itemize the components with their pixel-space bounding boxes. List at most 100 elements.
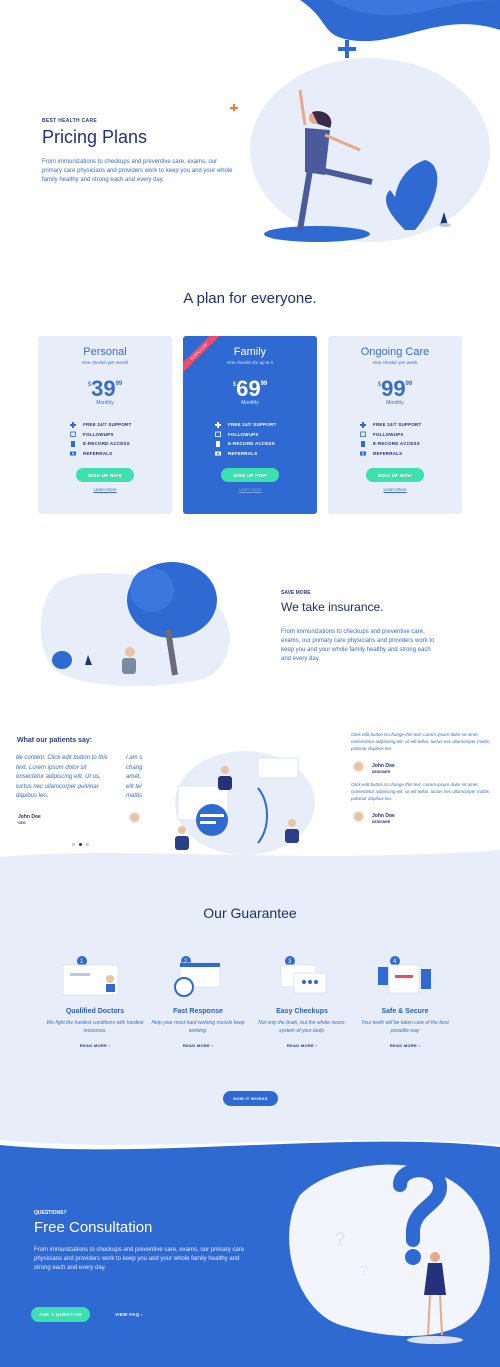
- document-icon: [216, 440, 220, 447]
- read-more-link[interactable]: READ MORE ›: [45, 1043, 145, 1048]
- svg-text:?: ?: [335, 1229, 345, 1249]
- read-more-link[interactable]: READ MORE ›: [252, 1043, 352, 1048]
- guarantee-item-desc: Not only the brain, but the whole neuro-…: [258, 1020, 346, 1034]
- ask-question-button[interactable]: ASK A QUESTION: [31, 1307, 90, 1322]
- plan-period: Monthly: [386, 400, 404, 406]
- plan-name: Personal: [83, 346, 127, 358]
- response-icon: 2: [174, 956, 221, 997]
- feature-item: FREE 24/7 SUPPORT: [70, 420, 172, 430]
- hero-description: From immunizations to checkups and preve…: [42, 159, 233, 183]
- avatar: [352, 760, 365, 773]
- how-it-works-button[interactable]: HOW IT WORKS: [223, 1091, 278, 1106]
- guarantee-item-doctors: Qualified Doctors We fight the hardest c…: [45, 1008, 145, 1048]
- camera-icon: [215, 451, 221, 456]
- sign-up-button[interactable]: SIGN UP NOW: [221, 468, 279, 482]
- hero-decoration: [230, 0, 500, 242]
- insurance-title: We take insurance.: [281, 600, 384, 614]
- plan-features: FREE 24/7 SUPPORT FOLLOWUPS E-RECORD ACC…: [360, 420, 462, 458]
- plus-icon: [70, 421, 76, 428]
- calendar-icon: [360, 431, 366, 438]
- price-cents: 99: [115, 381, 123, 387]
- guarantee-item-checkups: Easy Checkups Not only the brain, but th…: [252, 1008, 352, 1048]
- guarantee-item-title: Safe & Secure: [381, 1008, 429, 1015]
- side-testimonial-role: DESIGNER: [372, 770, 391, 774]
- testimonial-quote: de content. Click edit button to this te…: [16, 755, 108, 799]
- consultation-eyebrow: QUESTIONS?: [34, 1210, 67, 1216]
- view-faq-link[interactable]: VIEW FAQ ›: [115, 1312, 143, 1317]
- side-testimonial-quote: Click edit button to change this text. L…: [351, 732, 491, 751]
- plan-period: Monthly: [96, 400, 114, 406]
- guarantee-item-desc: We fight the hardest conditions with har…: [46, 1020, 144, 1034]
- plans-heading: A plan for everyone.: [183, 290, 317, 307]
- svg-text:?: ?: [360, 1262, 368, 1278]
- guarantee-background: [0, 850, 500, 1145]
- guarantee-item-desc: Help your most hard working muscle keep …: [151, 1020, 245, 1034]
- hero-eyebrow: BEST HEALTH CARE: [42, 118, 97, 124]
- testimonial-quote-next: I am s chang amet, elit tel mattis: [126, 755, 143, 799]
- guarantee-item-title: Easy Checkups: [276, 1008, 328, 1015]
- calendar-icon: [70, 431, 76, 438]
- camera-icon: [70, 451, 76, 456]
- plus-icon: [360, 421, 366, 428]
- guarantee-item-desc: Your teeth will be taken care of the bes…: [361, 1020, 449, 1034]
- learn-more-link[interactable]: Learn More: [328, 487, 462, 492]
- plan-subtitle: One checkin per month: [81, 360, 129, 365]
- insurance-description: From immunizations to checkups and preve…: [281, 629, 435, 662]
- plan-card-family: POPULAR Family One checkin for up to 5 $…: [183, 336, 317, 514]
- plan-period: Monthly: [241, 400, 259, 406]
- testimonial-role: CEO: [18, 821, 26, 825]
- feature-item: E-RECORD ACCESS: [360, 439, 462, 449]
- feature-item: FREE 24/7 SUPPORT: [360, 420, 462, 430]
- feature-item: FREE 24/7 SUPPORT: [215, 420, 317, 430]
- price-cents: 99: [405, 381, 413, 387]
- guarantee-item-title: Fast Response: [173, 1008, 223, 1015]
- feature-item: E-RECORD ACCESS: [70, 439, 172, 449]
- testimonials-title: What our patients say:: [17, 737, 93, 744]
- secure-icon: 4: [378, 956, 431, 994]
- sign-up-button[interactable]: SIGN UP NOW: [76, 468, 134, 482]
- price-amount: 99: [381, 376, 406, 401]
- testimonials-illustration: [175, 751, 315, 855]
- plan-name: Ongoing Care: [360, 346, 430, 358]
- plan-subtitle: One checkin per week: [372, 360, 418, 365]
- plan-price: $ 69 99: [183, 376, 317, 401]
- price-amount: 39: [91, 376, 116, 401]
- avatar: [352, 810, 365, 823]
- guarantee-item-secure: Safe & Secure Your teeth will be taken c…: [355, 1008, 455, 1048]
- plan-card-personal: Personal One checkin per month $ 39 99 M…: [38, 336, 172, 514]
- learn-more-link[interactable]: Learn More: [183, 487, 317, 492]
- checkups-icon: 3: [280, 956, 327, 994]
- plan-subtitle: One checkin for up to 5: [226, 360, 274, 365]
- feature-item: REFERRALS: [215, 449, 317, 459]
- plan-card-ongoing-care: Ongoing Care One checkin per week $ 99 9…: [328, 336, 462, 514]
- plan-features: FREE 24/7 SUPPORT FOLLOWUPS E-RECORD ACC…: [215, 420, 317, 458]
- calendar-icon: [215, 431, 221, 438]
- feature-item: REFERRALS: [70, 449, 172, 459]
- consultation-title: Free Consultation: [34, 1219, 153, 1236]
- page-title: Pricing Plans: [42, 127, 148, 147]
- read-more-link[interactable]: READ MORE ›: [148, 1043, 248, 1048]
- side-testimonial-quote: Click edit button to change this text. L…: [351, 782, 491, 801]
- side-testimonial-author: John Doe: [372, 813, 395, 819]
- feature-item: FOLLOWUPS: [70, 430, 172, 440]
- insurance-illustration: [40, 562, 230, 686]
- insurance-eyebrow: SAVE MORE: [281, 590, 311, 596]
- plan-features: FREE 24/7 SUPPORT FOLLOWUPS E-RECORD ACC…: [70, 420, 172, 458]
- plan-price: $ 39 99: [38, 376, 172, 401]
- feature-item: FOLLOWUPS: [215, 430, 317, 440]
- avatar: [128, 811, 141, 824]
- side-testimonial-role: DESIGNER: [372, 820, 391, 824]
- price-amount: 69: [236, 376, 261, 401]
- consultation-description: From immunizations to checkups and preve…: [34, 1247, 245, 1271]
- guarantee-title: Our Guarantee: [203, 905, 297, 921]
- feature-item: FOLLOWUPS: [360, 430, 462, 440]
- camera-icon: [360, 451, 366, 456]
- sign-up-button[interactable]: SIGN UP NOW: [366, 468, 424, 482]
- read-more-link[interactable]: READ MORE ›: [355, 1043, 455, 1048]
- feature-item: REFERRALS: [360, 449, 462, 459]
- plus-icon: [215, 421, 221, 428]
- price-cents: 99: [260, 381, 268, 387]
- learn-more-link[interactable]: Learn More: [38, 487, 172, 492]
- testimonial-author: John Doe: [18, 814, 41, 820]
- document-icon: [71, 440, 75, 447]
